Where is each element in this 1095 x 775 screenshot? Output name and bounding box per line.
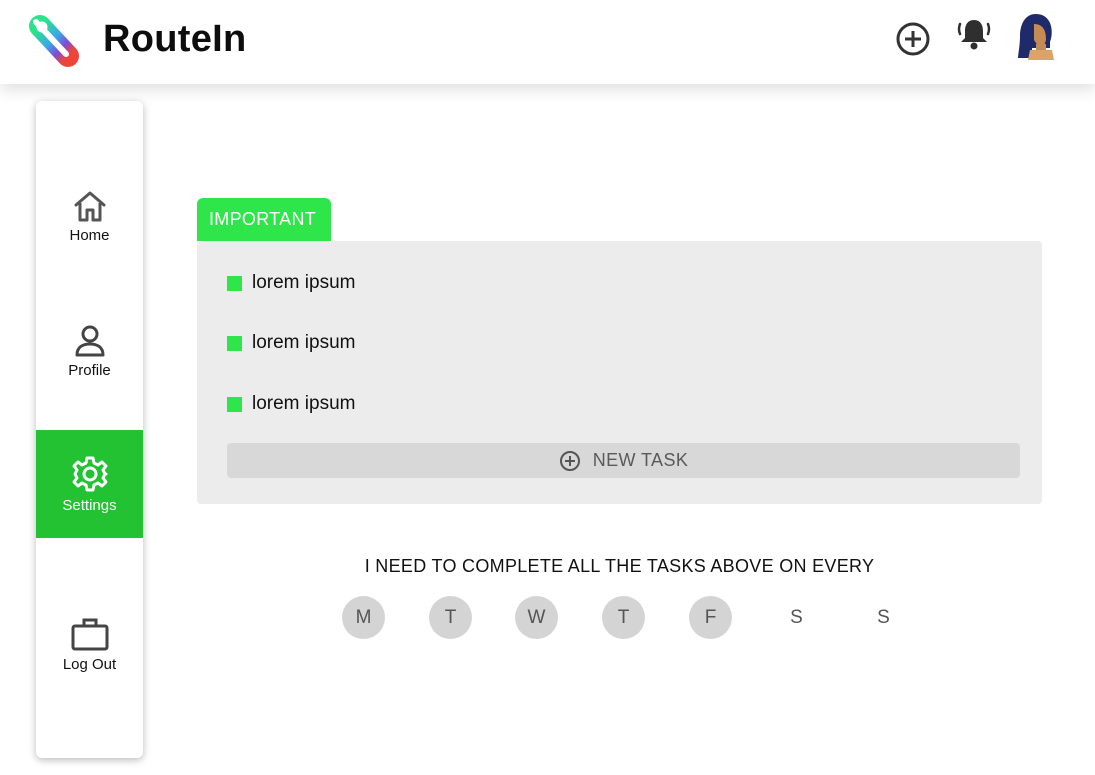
sidebar-item-label: Log Out <box>62 655 117 673</box>
day-toggle-monday[interactable]: M <box>342 596 385 639</box>
sidebar: Home Profile Settings Log Out <box>36 101 143 758</box>
list-item[interactable]: lorem ipsum <box>227 331 355 355</box>
recurrence-text: I NEED TO COMPLETE ALL THE TASKS ABOVE O… <box>364 556 875 576</box>
top-header: RouteIn <box>0 0 1095 84</box>
important-tab[interactable]: IMPORTANT <box>197 198 331 241</box>
sidebar-item-label: Profile <box>68 361 111 379</box>
task-marker-icon <box>227 396 242 412</box>
task-label: lorem ipsum <box>252 332 356 353</box>
task-label: lorem ipsum <box>252 393 356 414</box>
app-title: RouteIn <box>103 18 247 60</box>
new-task-label: NEW TASK <box>592 450 689 470</box>
home-icon <box>74 191 105 221</box>
bell-icon[interactable] <box>955 15 993 53</box>
briefcase-icon <box>71 618 108 650</box>
task-marker-icon <box>227 275 242 291</box>
day-toggle-wednesday[interactable]: W <box>515 596 558 639</box>
task-label: lorem ipsum <box>252 272 356 293</box>
day-toggle-thursday[interactable]: T <box>602 596 645 639</box>
person-icon <box>75 325 104 356</box>
app-logo[interactable] <box>26 12 84 70</box>
sidebar-item-home[interactable]: Home <box>36 171 143 261</box>
add-circle-icon <box>559 450 580 471</box>
task-marker-icon <box>227 335 242 351</box>
sidebar-item-label: Settings <box>62 496 117 514</box>
avatar[interactable] <box>1016 12 1060 60</box>
gear-icon <box>72 456 107 491</box>
day-toggle-tuesday[interactable]: T <box>429 596 472 639</box>
day-selector: M T W T F S S <box>342 596 902 639</box>
sidebar-item-settings[interactable]: Settings <box>36 430 143 538</box>
day-toggle-sunday[interactable]: S <box>862 596 905 639</box>
sidebar-item-profile[interactable]: Profile <box>36 306 143 396</box>
day-toggle-friday[interactable]: F <box>689 596 732 639</box>
day-toggle-saturday[interactable]: S <box>775 596 818 639</box>
sidebar-item-label: Home <box>69 226 110 244</box>
add-circle-icon[interactable] <box>894 20 932 58</box>
task-card: lorem ipsum lorem ipsum lorem ipsum NEW … <box>197 241 1042 504</box>
sidebar-item-logout[interactable]: Log Out <box>36 599 143 689</box>
new-task-button[interactable]: NEW TASK <box>227 443 1020 478</box>
list-item[interactable]: lorem ipsum <box>227 392 355 416</box>
list-item[interactable]: lorem ipsum <box>227 271 355 295</box>
